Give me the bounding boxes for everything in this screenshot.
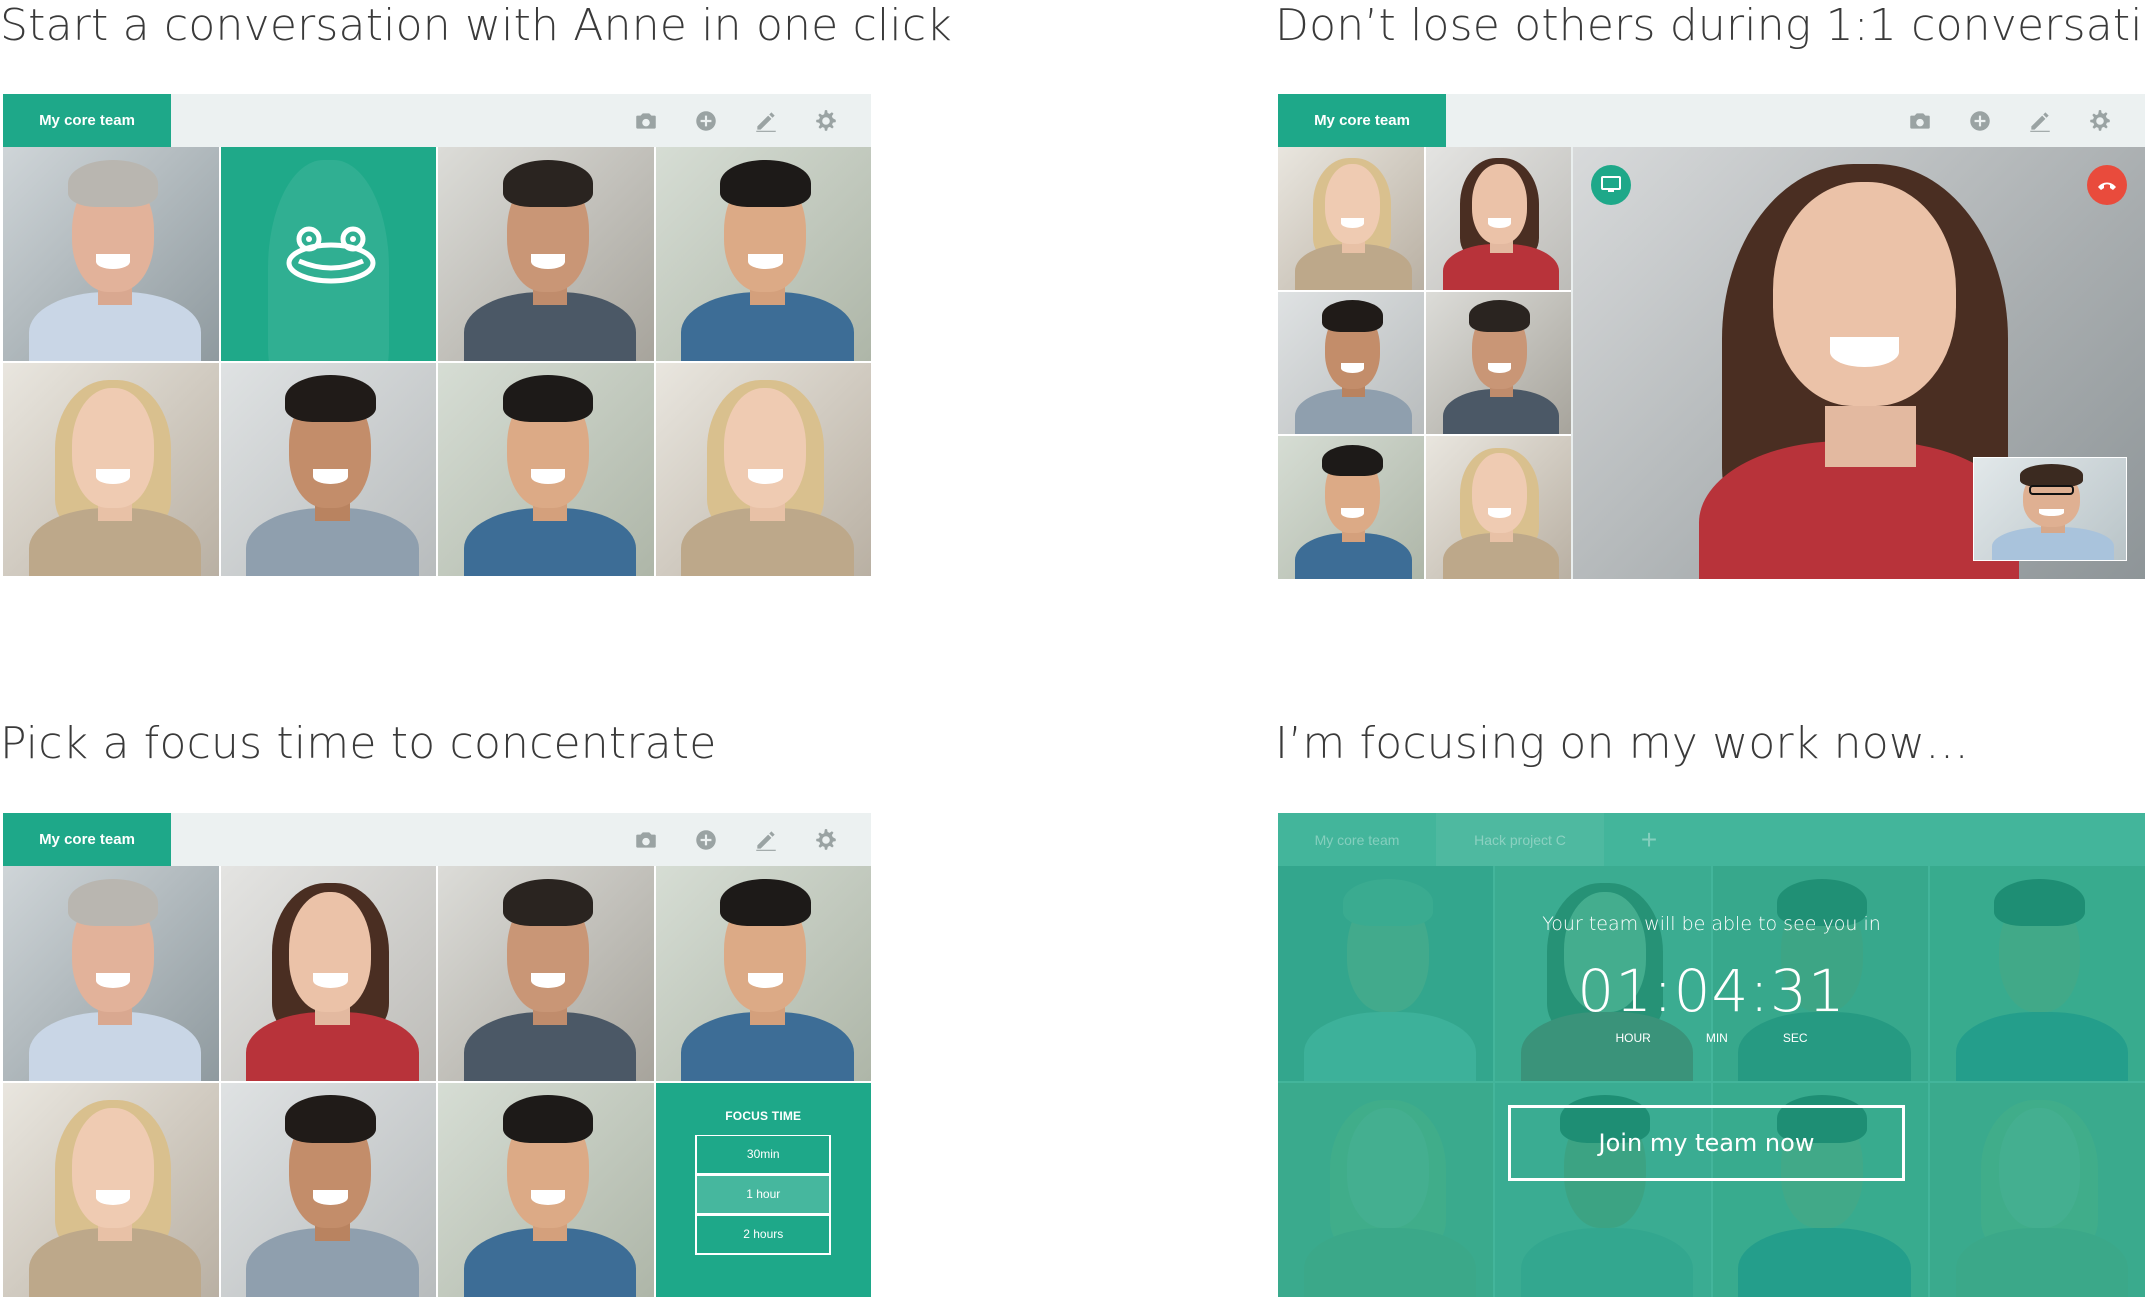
gear-icon[interactable] [2085,106,2115,136]
toolbar: My core team [1278,94,2145,147]
focus-overlay [1278,813,2145,1297]
main-video-anne[interactable] [1573,147,2145,579]
focus-countdown: 01:04:31 [1577,957,1846,1025]
video-tile[interactable] [655,362,871,576]
video-tile[interactable] [1278,291,1424,435]
tab-my-core-team[interactable]: My core team [1278,94,1446,147]
video-tile[interactable] [655,147,871,361]
gear-icon[interactable] [811,825,841,855]
add-circle-icon[interactable] [1965,106,1995,136]
camera-icon[interactable] [1905,106,1935,136]
video-tile[interactable] [1425,147,1571,290]
video-tile[interactable] [1278,147,1424,290]
focus-time-title: FOCUS TIME [725,1108,802,1123]
participant-strip [1278,147,1571,579]
team-tabs: My core team Hack project C + [1278,813,2145,866]
one-on-one-panel: My core team [1278,94,2145,579]
add-circle-icon[interactable] [691,825,721,855]
video-tile[interactable] [1278,436,1424,579]
pen-icon[interactable] [751,106,781,136]
focus-option-1-hour[interactable]: 1 hour [695,1174,832,1215]
timer-unit-hour: HOUR [1615,1031,1651,1045]
toolbar: My core team [3,94,871,147]
phone-hangup-icon [2098,182,2116,190]
caption-start-conversation: Start a conversation with Anne in one cl… [0,0,952,51]
toolbar: My core team [3,813,871,866]
video-tile[interactable] [220,1082,436,1297]
add-tab-button[interactable]: + [1604,813,1694,866]
video-tile[interactable] [3,1082,219,1297]
focus-message: Your team will be able to see you in [1542,913,1881,935]
team-grid-panel: My core team [3,94,871,576]
frog-icon [286,226,375,284]
video-tile[interactable] [3,362,219,576]
video-tile[interactable] [438,866,654,1081]
focus-option-30min[interactable]: 30min [695,1134,832,1175]
gear-icon[interactable] [811,106,841,136]
camera-icon[interactable] [631,106,661,136]
video-tile[interactable] [1425,436,1571,579]
camera-icon[interactable] [631,825,661,855]
caption-focusing: I’m focusing on my work now… [1275,718,1970,769]
tab-my-core-team[interactable]: My core team [3,94,171,147]
video-tile[interactable] [3,147,219,361]
hang-up-button[interactable] [2087,165,2127,205]
join-team-button[interactable]: Join my team now [1508,1105,1905,1181]
self-view-video[interactable] [1973,457,2127,561]
focus-option-2-hours[interactable]: 2 hours [695,1214,832,1255]
screen-share-button[interactable] [1591,165,1631,205]
video-tile[interactable] [438,362,654,576]
video-tile[interactable] [220,362,436,576]
caption-one-on-one: Don’t lose others during 1:1 conversatio… [1275,0,2145,51]
video-tile[interactable] [438,147,654,361]
timer-unit-min: MIN [1705,1031,1728,1045]
video-tile[interactable] [438,1082,654,1297]
video-tile[interactable] [1425,291,1571,435]
focus-time-menu: FOCUS TIME 30min 1 hour 2 hours [655,1082,871,1297]
focus-time-panel: My core team FOCUS TIME 30min 1 hour 2 h… [3,813,871,1297]
timer-unit-sec: SEC [1782,1031,1808,1045]
add-circle-icon[interactable] [691,106,721,136]
caption-focus-time: Pick a focus time to concentrate [0,718,717,769]
tab-my-core-team[interactable]: My core team [1278,813,1436,866]
pen-icon[interactable] [2025,106,2055,136]
tab-my-core-team[interactable]: My core team [3,813,171,866]
pen-icon[interactable] [751,825,781,855]
glasses [2028,484,2075,495]
video-tile[interactable] [220,866,436,1081]
focus-mode-panel: My core team Hack project C + Your team … [1278,813,2145,1297]
video-tile-anne-calling[interactable] [220,147,436,361]
video-tile[interactable] [3,866,219,1081]
monitor-icon [1601,176,1621,192]
video-tile[interactable] [655,866,871,1081]
tab-hack-project-c[interactable]: Hack project C [1436,813,1604,866]
